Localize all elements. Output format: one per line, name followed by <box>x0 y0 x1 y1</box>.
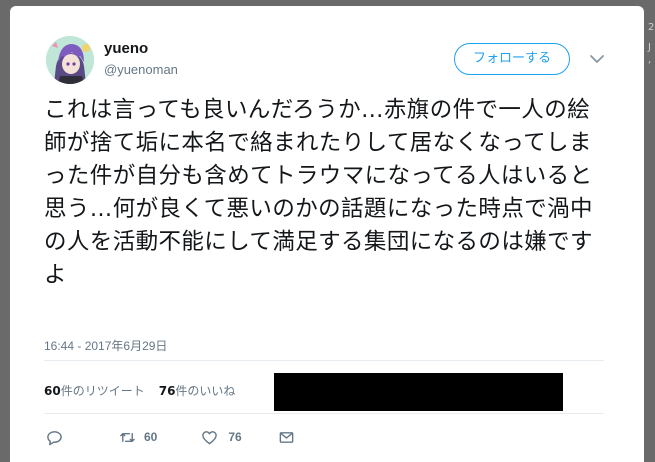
user-name[interactable]: yueno <box>104 40 148 57</box>
heart-icon <box>202 430 218 444</box>
reply-button[interactable] <box>46 429 63 446</box>
like-stat-count: 76 <box>158 384 176 398</box>
background-text-3: ‘ <box>648 60 652 71</box>
chevron-down-icon[interactable] <box>588 50 606 68</box>
like-button[interactable]: 76 <box>201 429 242 446</box>
tweet-stats: 60件のリツイート 76件のいいね <box>44 382 235 399</box>
tweet-card: yueno @yuenoman フォローする これは言っても良いんだろうか…赤旗… <box>10 6 644 462</box>
retweet-icon <box>120 432 135 442</box>
retweet-count: 60 <box>144 430 158 444</box>
retweet-button[interactable]: 60 <box>119 429 157 446</box>
retweet-stat[interactable]: 60件のリツイート <box>44 382 145 399</box>
retweet-stat-label: 件のリツイート <box>60 384 145 398</box>
retweet-stat-count: 60 <box>44 384 61 398</box>
background-text-2: J <box>648 42 651 53</box>
avatar[interactable] <box>46 36 94 84</box>
divider <box>44 360 604 361</box>
follow-button[interactable]: フォローする <box>454 43 570 75</box>
tweet-actions: 60 76 <box>44 427 295 447</box>
redacted-block <box>274 373 563 411</box>
direct-message-button[interactable] <box>278 429 295 446</box>
tweet-timestamp[interactable]: 16:44 - 2017年6月29日 <box>44 337 167 354</box>
background-text-1: 2 <box>648 22 655 33</box>
like-count: 76 <box>228 430 242 444</box>
user-handle[interactable]: @yuenoman <box>104 62 178 77</box>
like-stat[interactable]: 76件のいいね <box>159 382 236 399</box>
like-stat-label: 件のいいね <box>175 384 236 398</box>
divider <box>44 413 604 414</box>
envelope-icon <box>279 431 294 443</box>
avatar-illustration <box>46 36 94 84</box>
tweet-text: これは言っても良いんだろうか…赤旗の件で一人の絵師が捨て垢に本名で絡まれたりして… <box>44 97 593 288</box>
reply-icon <box>47 430 62 445</box>
